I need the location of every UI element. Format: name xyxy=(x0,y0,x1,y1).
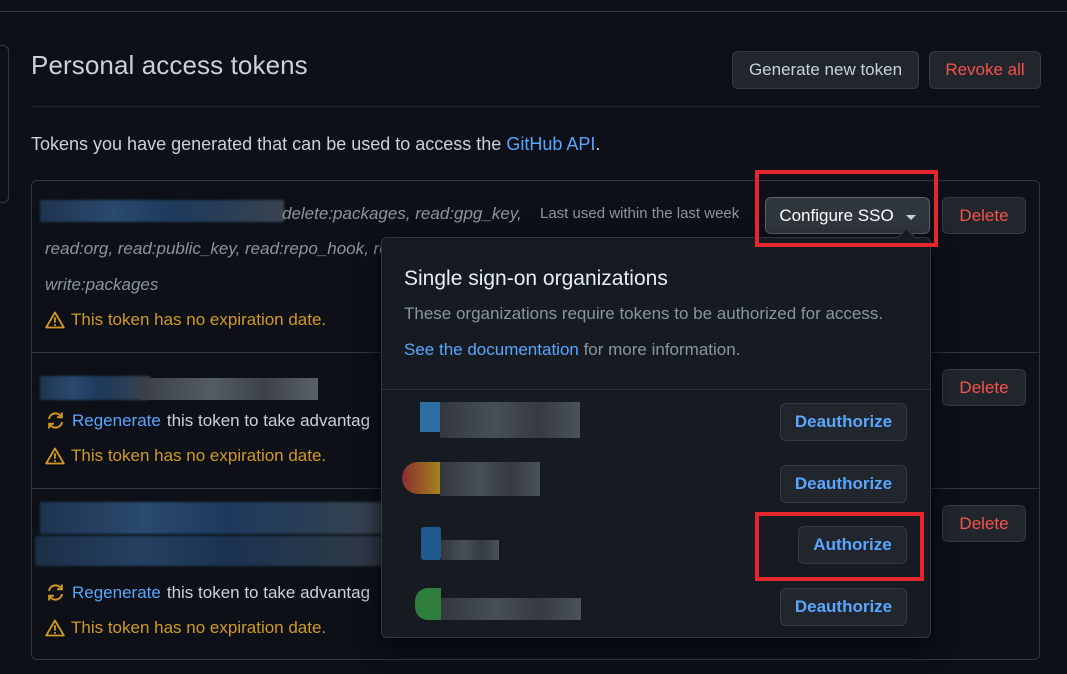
header-divider xyxy=(31,106,1041,107)
org-name-redacted xyxy=(440,402,580,438)
revoke-all-button[interactable]: Revoke all xyxy=(929,51,1041,89)
delete-token-button[interactable]: Delete xyxy=(942,505,1026,542)
highlight-box-configure-sso xyxy=(755,170,938,247)
deauthorize-button[interactable]: Deauthorize xyxy=(780,588,907,626)
sso-dropdown-title: Single sign-on organizations xyxy=(404,267,668,290)
deauthorize-button[interactable]: Deauthorize xyxy=(780,465,907,503)
documentation-link[interactable]: See the documentation xyxy=(404,340,579,359)
settings-sidebar-edge xyxy=(0,45,9,203)
expiration-warning: This token has no expiration date. xyxy=(45,446,326,466)
token-name-redacted xyxy=(40,502,382,534)
regenerate-link[interactable]: Regenerate xyxy=(72,583,161,603)
org-avatar xyxy=(415,588,441,620)
token-scopes-line: write:packages xyxy=(45,275,159,294)
alert-triangle-icon xyxy=(45,447,65,465)
regenerate-link[interactable]: Regenerate xyxy=(72,411,161,431)
generate-new-token-button[interactable]: Generate new token xyxy=(732,51,919,89)
org-avatar xyxy=(420,402,440,432)
regenerate-notice: Regenerate this token to take advantag xyxy=(45,410,383,431)
alert-triangle-icon xyxy=(45,619,65,637)
intro-text: Tokens you have generated that can be us… xyxy=(31,134,601,154)
delete-token-button[interactable]: Delete xyxy=(942,369,1026,406)
token-name-redacted xyxy=(140,378,318,400)
sso-dropdown-description: These organizations require tokens to be… xyxy=(404,304,884,323)
org-name-redacted xyxy=(440,462,540,496)
org-name-redacted xyxy=(441,598,581,620)
expiration-warning: This token has no expiration date. xyxy=(45,310,326,330)
sync-icon xyxy=(48,412,63,429)
page-title: Personal access tokens xyxy=(31,50,308,80)
token-name-redacted xyxy=(35,536,383,566)
highlight-box-authorize xyxy=(755,512,924,581)
org-name-redacted xyxy=(441,540,499,560)
deauthorize-button[interactable]: Deauthorize xyxy=(780,403,907,441)
org-avatar xyxy=(421,527,441,560)
token-name-redacted xyxy=(40,200,284,222)
expiration-warning: This token has no expiration date. xyxy=(45,618,326,638)
sso-doc-text: See the documentation for more informati… xyxy=(404,340,741,359)
delete-token-button[interactable]: Delete xyxy=(942,197,1026,234)
org-avatar xyxy=(402,462,440,494)
token-name-redacted xyxy=(40,376,150,400)
top-divider xyxy=(0,11,1067,12)
sync-icon xyxy=(48,584,63,601)
last-used-text: Last used within the last week xyxy=(540,205,740,222)
regenerate-notice: Regenerate this token to take advantag xyxy=(45,582,383,603)
token-scopes-line: delete:packages, read:gpg_key, xyxy=(282,204,522,223)
alert-triangle-icon xyxy=(45,311,65,329)
token-scopes-line: read:org, read:public_key, read:repo_hoo… xyxy=(45,239,383,258)
github-api-link[interactable]: GitHub API xyxy=(506,134,595,154)
dropdown-divider xyxy=(382,389,930,390)
